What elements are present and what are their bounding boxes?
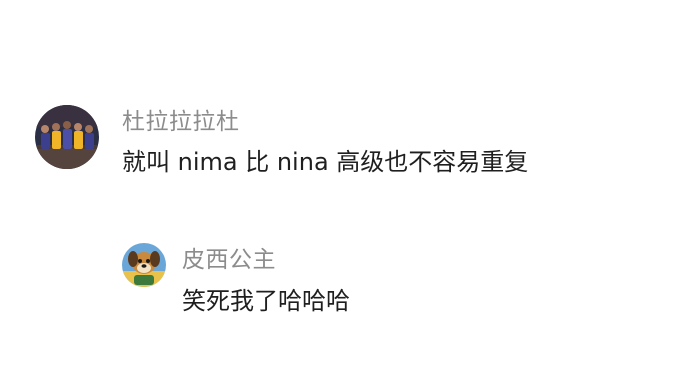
reply-item: 皮西公主 笑死我了哈哈哈 xyxy=(0,0,690,388)
reply-text: 笑死我了哈哈哈 xyxy=(182,287,350,315)
avatar[interactable] xyxy=(122,243,166,287)
cartoon-dog-avatar-icon xyxy=(122,243,166,287)
reply-username[interactable]: 皮西公主 xyxy=(182,246,276,274)
